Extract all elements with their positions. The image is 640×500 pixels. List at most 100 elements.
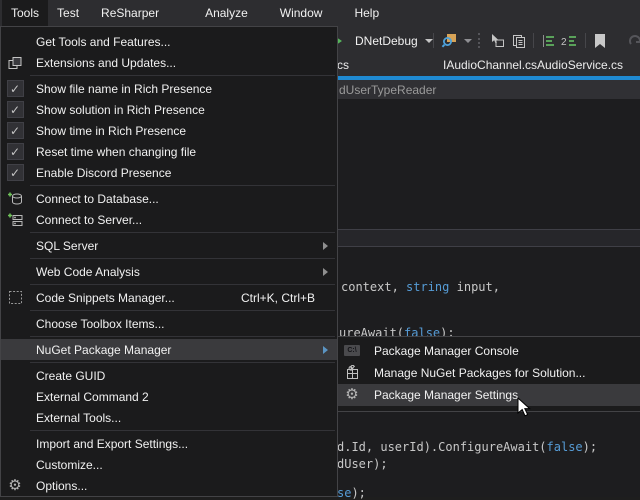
menu-item-package-manager-console[interactable]: C:\ Package Manager Console — [338, 340, 640, 362]
menu-item-label: External Tools... — [36, 411, 121, 425]
config-label: DNetDebug — [355, 34, 418, 48]
code-segment: input, — [449, 280, 500, 294]
editor-splitter-line[interactable] — [336, 246, 640, 247]
nuget-package-manager-submenu: C:\ Package Manager Console Manage NuGet P… — [337, 336, 640, 412]
checkmark-icon: ✓ — [5, 100, 25, 119]
submenu-arrow-icon — [323, 268, 328, 276]
menu-item-web-code-analysis[interactable]: Web Code Analysis — [1, 261, 337, 282]
database-add-icon — [5, 189, 25, 208]
code-segment: d.Id, userId).ConfigureAwait( — [337, 440, 547, 454]
menu-item-label: Package Manager Console — [374, 344, 519, 358]
toolbar-separator — [585, 33, 586, 48]
menu-separator — [30, 336, 335, 337]
menubar-item-tools[interactable]: Tools — [2, 0, 48, 26]
menu-separator — [30, 75, 335, 76]
menu-item-nuget-package-manager[interactable]: NuGet Package Manager — [1, 339, 337, 360]
tab-audioservice-cs[interactable]: AudioService.cs — [537, 58, 623, 72]
format-document-icon[interactable] — [540, 26, 556, 55]
checkmark-icon: ✓ — [5, 142, 25, 161]
menu-item-show-solution-in-rich-presence[interactable]: ✓ Show solution in Rich Presence — [1, 99, 337, 120]
submenu-arrow-icon — [323, 242, 328, 250]
menu-item-label: Manage NuGet Packages for Solution... — [374, 366, 585, 380]
menu-separator — [30, 362, 335, 363]
menu-item-label: Get Tools and Features... — [36, 35, 171, 49]
submenu-arrow-icon — [323, 346, 328, 354]
menu-item-label: Connect to Database... — [36, 192, 159, 206]
menu-item-manage-nuget-packages-for-solution[interactable]: Manage NuGet Packages for Solution... — [338, 362, 640, 384]
menu-item-customize[interactable]: Customize... — [1, 454, 337, 475]
menubar-item-test[interactable]: Test — [48, 0, 88, 26]
server-add-icon — [5, 210, 25, 229]
menu-item-label: Show solution in Rich Presence — [36, 103, 205, 117]
menu-item-label: Enable Discord Presence — [36, 166, 171, 180]
menu-separator — [30, 430, 335, 431]
code-line: dUser); — [337, 457, 388, 471]
menu-item-label: Code Snippets Manager... — [36, 291, 175, 305]
menu-separator — [30, 284, 335, 285]
menubar-item-help[interactable]: Help — [345, 0, 388, 26]
checkmark-icon: ✓ — [5, 163, 25, 182]
find-in-files-icon[interactable] — [441, 26, 458, 55]
code-line: d.Id, userId).ConfigureAwait(false); — [337, 440, 597, 454]
solution-configuration-dropdown[interactable]: DNetDebug — [355, 26, 433, 55]
menu-item-create-guid[interactable]: Create GUID — [1, 365, 337, 386]
tab-iaudiochannel-cs[interactable]: IAudioChannel.cs — [443, 58, 537, 72]
menu-item-connect-to-server[interactable]: Connect to Server... — [1, 209, 337, 230]
menu-item-show-time-in-rich-presence[interactable]: ✓Show time in Rich Presence — [1, 120, 337, 141]
menu-separator — [30, 185, 335, 186]
code-segment: false — [547, 440, 583, 454]
format-selection-icon[interactable]: 2 — [561, 26, 578, 55]
menu-item-options[interactable]: ⚙Options... — [1, 475, 337, 496]
chevron-down-icon — [425, 39, 433, 43]
toolbar-separator — [533, 33, 534, 48]
package-icon — [342, 363, 362, 382]
code-segment: context, — [341, 280, 406, 294]
toolbar-drag-handle[interactable] — [478, 33, 480, 48]
menu-item-shortcut: Ctrl+K, Ctrl+B — [241, 291, 315, 305]
toolbar-separator — [433, 33, 434, 48]
code-line: context, string input, — [341, 280, 500, 294]
menu-item-external-command-2[interactable]: External Command 2 — [1, 386, 337, 407]
menubar-item-window[interactable]: Window — [271, 0, 332, 26]
menu-item-enable-discord-presence[interactable]: ✓ Enable Discord Presence — [1, 162, 337, 183]
editor-splitter[interactable] — [336, 230, 640, 246]
gear-icon: ⚙ — [5, 476, 25, 495]
menu-item-connect-to-database[interactable]: Connect to Database... — [1, 188, 337, 209]
code-segment: ); — [351, 486, 365, 500]
bookmark-icon[interactable] — [593, 26, 607, 55]
menu-item-label: Web Code Analysis — [36, 265, 140, 279]
menu-separator — [30, 232, 335, 233]
tab-cs[interactable]: cs — [337, 58, 349, 72]
menu-item-external-tools[interactable]: External Tools... — [1, 407, 337, 428]
menu-item-import-and-export-settings[interactable]: Import and Export Settings... — [1, 433, 337, 454]
code-segment: ); — [583, 440, 597, 454]
menu-item-get-tools-and-features[interactable]: Get Tools and Features... — [1, 31, 337, 52]
snippets-icon — [5, 288, 25, 307]
code-segment: dUser); — [337, 457, 388, 471]
gear-icon: ⚙ — [342, 385, 362, 404]
menu-item-code-snippets-manager[interactable]: Code Snippets Manager... Ctrl+K, Ctrl+B — [1, 287, 337, 308]
undo-disabled-icon — [628, 26, 640, 55]
menu-item-label: Customize... — [36, 458, 103, 472]
code-line: se); — [337, 486, 366, 500]
menu-item-sql-server[interactable]: SQL Server — [1, 235, 337, 256]
menu-item-show-file-name-in-rich-presence[interactable]: ✓Show file name in Rich Presence — [1, 78, 337, 99]
menubar-item-analyze[interactable]: Analyze — [196, 0, 257, 26]
menu-item-label: Create GUID — [36, 369, 105, 383]
find-dropdown-icon[interactable] — [464, 26, 472, 55]
navigate-select-icon[interactable] — [489, 26, 505, 55]
menu-item-label: Extensions and Updates... — [36, 56, 176, 70]
menu-item-reset-time-when-changing-file[interactable]: ✓Reset time when changing file — [1, 141, 337, 162]
menu-item-label: Package Manager Settings — [374, 388, 518, 402]
extensions-icon — [5, 53, 25, 72]
menu-item-label: NuGet Package Manager — [36, 343, 171, 357]
console-icon: C:\ — [342, 341, 362, 360]
menu-item-label: External Command 2 — [36, 390, 149, 404]
menu-item-label: SQL Server — [36, 239, 98, 253]
menubar-item-resharper[interactable]: ReSharper — [92, 0, 168, 26]
copy-lines-icon[interactable] — [511, 26, 527, 55]
menu-item-extensions-and-updates[interactable]: Extensions and Updates... — [1, 52, 337, 73]
checkmark-icon: ✓ — [5, 121, 25, 140]
menu-item-package-manager-settings[interactable]: ⚙ Package Manager Settings — [338, 384, 640, 406]
menu-item-choose-toolbox-items[interactable]: Choose Toolbox Items... — [1, 313, 337, 334]
